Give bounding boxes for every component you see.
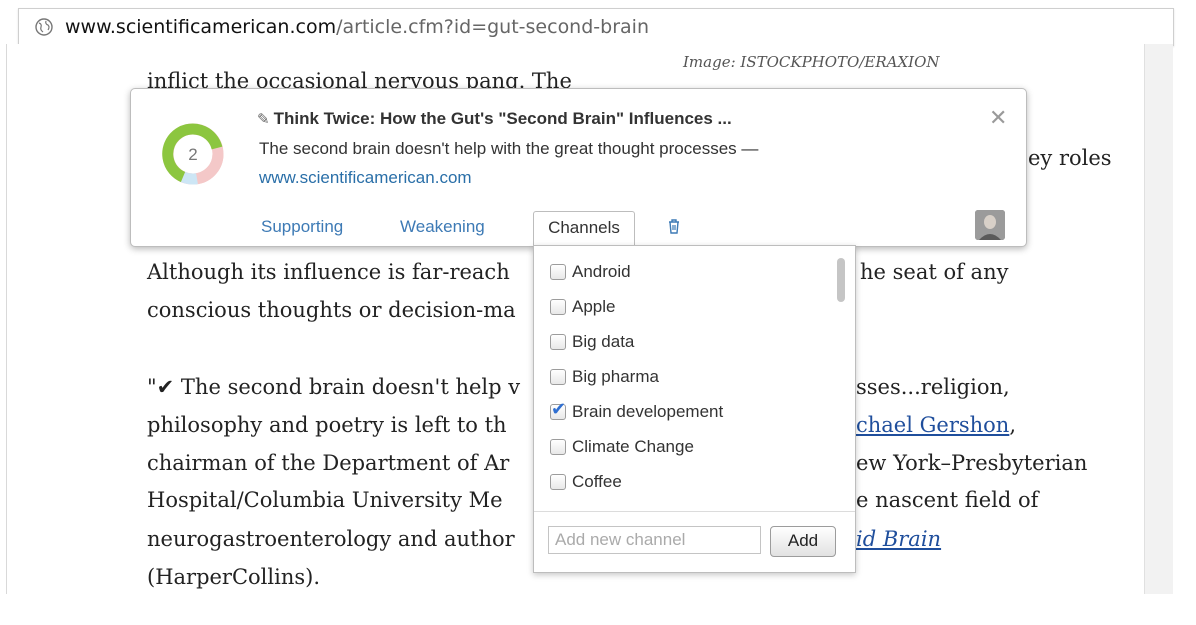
url-domain: www.scientificamerican.com bbox=[65, 16, 337, 38]
channel-label: Big pharma bbox=[572, 367, 659, 386]
new-channel-input[interactable] bbox=[548, 526, 761, 554]
article-line: neurogastroenterology and author bbox=[147, 527, 515, 551]
channel-label: Brain developement bbox=[572, 402, 724, 421]
channel-item[interactable]: Climate Change bbox=[550, 435, 694, 459]
article-line: ew York–Presbyterian bbox=[856, 451, 1088, 475]
article-line: conscious thoughts or decision-ma bbox=[147, 298, 516, 322]
score-donut: 2 bbox=[162, 123, 224, 185]
book-link[interactable]: id Brain bbox=[856, 527, 941, 551]
channel-item[interactable]: Brain developement bbox=[550, 399, 724, 424]
trash-icon[interactable] bbox=[667, 217, 681, 235]
dropdown-scrollbar[interactable] bbox=[837, 258, 845, 302]
url-text[interactable]: www.scientificamerican.com/article.cfm?i… bbox=[65, 15, 649, 39]
score-count: 2 bbox=[188, 145, 197, 164]
address-bar[interactable]: www.scientificamerican.com/article.cfm?i… bbox=[18, 8, 1174, 46]
article-line: "✔ The second brain doesn't help v bbox=[147, 375, 521, 399]
card-excerpt: The second brain doesn't help with the g… bbox=[259, 139, 759, 158]
checkbox[interactable] bbox=[550, 439, 566, 455]
channel-label: Big data bbox=[572, 332, 635, 351]
page-scrollbar[interactable] bbox=[1144, 44, 1173, 594]
pencil-icon: ✎ bbox=[257, 111, 270, 128]
channel-item[interactable]: Apple bbox=[550, 295, 615, 319]
tab-weakening[interactable]: Weakening bbox=[400, 217, 485, 237]
article-line: he seat of any bbox=[860, 260, 1009, 284]
article-line: Hospital/Columbia University Me bbox=[147, 488, 503, 512]
globe-icon bbox=[35, 18, 53, 36]
checkbox[interactable] bbox=[550, 334, 566, 350]
article-line: philosophy and poetry is left to th bbox=[147, 413, 507, 437]
annotation-card: 2 ✎ Think Twice: How the Gut's "Second Br… bbox=[130, 88, 1027, 247]
image-credit: Image: ISTOCKPHOTO/ERAXION bbox=[683, 53, 940, 71]
channel-label: Climate Change bbox=[572, 437, 694, 456]
channel-item[interactable]: Big pharma bbox=[550, 365, 659, 389]
article-line: chairman of the Department of Ar bbox=[147, 451, 510, 475]
user-photo-icon bbox=[975, 210, 1005, 240]
tab-channels[interactable]: Channels bbox=[533, 211, 635, 246]
article-line: (HarperCollins). bbox=[147, 565, 321, 589]
card-title-text: Think Twice: How the Gut's "Second Brain… bbox=[273, 109, 732, 128]
divider bbox=[534, 511, 855, 512]
channel-label: Android bbox=[572, 262, 631, 281]
author-link[interactable]: chael Gershon bbox=[856, 413, 1009, 437]
checkbox-checked[interactable] bbox=[550, 399, 566, 420]
avatar[interactable] bbox=[975, 210, 1005, 240]
channel-label: Coffee bbox=[572, 472, 622, 491]
close-icon[interactable]: ✕ bbox=[989, 105, 1007, 131]
checkbox[interactable] bbox=[550, 299, 566, 315]
article-line: , bbox=[1009, 413, 1017, 437]
card-title[interactable]: ✎ Think Twice: How the Gut's "Second Brai… bbox=[257, 109, 732, 129]
article-line: e nascent field of bbox=[856, 488, 1039, 512]
card-domain-link[interactable]: www.scientificamerican.com bbox=[259, 168, 472, 188]
channel-item[interactable]: Android bbox=[550, 260, 631, 284]
add-channel-button[interactable]: Add bbox=[770, 526, 836, 557]
tab-supporting[interactable]: Supporting bbox=[261, 217, 343, 237]
article-line: ey roles bbox=[1028, 146, 1112, 170]
checkbox[interactable] bbox=[550, 264, 566, 280]
channel-item[interactable]: Coffee bbox=[550, 470, 622, 494]
checkbox[interactable] bbox=[550, 474, 566, 490]
checkbox[interactable] bbox=[550, 369, 566, 385]
article-line: sses...religion, bbox=[856, 375, 1010, 399]
article-line: Although its influence is far-reach bbox=[147, 260, 510, 284]
channels-dropdown: Android Apple Big data Big pharma Brain … bbox=[533, 245, 856, 573]
url-path: /article.cfm?id=gut-second-brain bbox=[336, 16, 649, 38]
channel-label: Apple bbox=[572, 297, 616, 316]
channel-item[interactable]: Big data bbox=[550, 330, 634, 354]
